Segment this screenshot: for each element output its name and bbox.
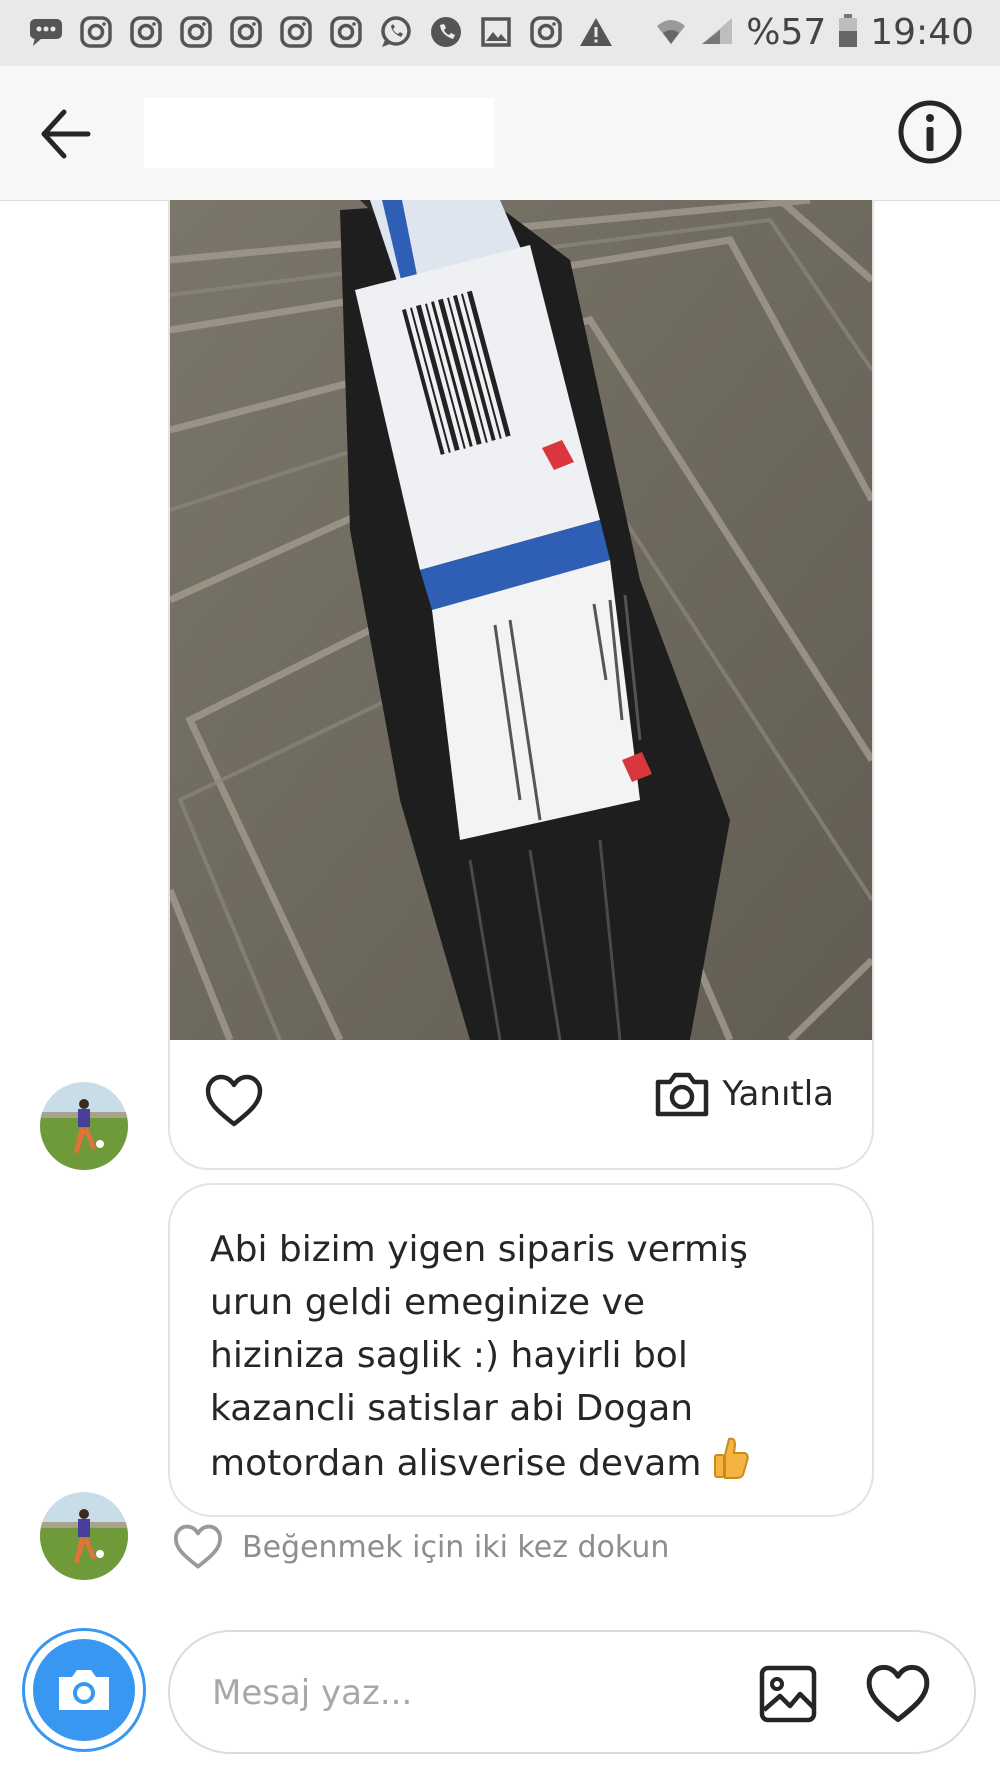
- heart-outline-icon: [173, 1524, 223, 1569]
- instagram-icon: [528, 14, 564, 50]
- arrow-left-icon: [41, 109, 91, 159]
- avatar[interactable]: [40, 1492, 128, 1580]
- camera-button-inner: [33, 1639, 135, 1741]
- avatar[interactable]: [40, 1082, 128, 1170]
- whatsapp-icon: [378, 14, 414, 50]
- back-button[interactable]: [34, 104, 98, 164]
- chat-header: [0, 66, 1000, 201]
- clock: 19:40: [870, 12, 974, 53]
- instagram-icon: [228, 14, 264, 50]
- heart-button[interactable]: [864, 1664, 932, 1724]
- info-icon: [898, 100, 962, 164]
- instagram-icon: [128, 14, 164, 50]
- heart-outline-icon: [866, 1664, 930, 1723]
- wifi-icon: [654, 16, 688, 50]
- thumbs-up-emoji-icon: [713, 1435, 749, 1494]
- double-tap-hint[interactable]: Beğenmek için iki kez dokun: [172, 1524, 669, 1570]
- reply-label: Yanıtla: [722, 1074, 834, 1114]
- info-button[interactable]: [894, 96, 966, 168]
- warning-icon: [578, 14, 614, 50]
- reply-button[interactable]: Yanıtla: [654, 1070, 834, 1118]
- camera-icon: [59, 1670, 109, 1710]
- photo-actions: Yanıtla: [170, 1040, 872, 1168]
- notification-icons: [28, 14, 614, 50]
- avatar-image: [40, 1492, 128, 1580]
- double-tap-label: Beğenmek için iki kez dokun: [242, 1529, 670, 1565]
- battery-percent: %57: [746, 12, 827, 53]
- gallery-button[interactable]: [758, 1664, 818, 1724]
- gallery-icon: [759, 1665, 817, 1723]
- status-bar: %57 19:40: [0, 0, 1000, 66]
- shared-photo[interactable]: [170, 200, 872, 1040]
- heart-outline-icon: [205, 1074, 263, 1127]
- instagram-icon: [278, 14, 314, 50]
- instagram-icon: [78, 14, 114, 50]
- instagram-icon: [328, 14, 364, 50]
- signal-icon: [700, 16, 734, 50]
- photo-message: Yanıtla: [168, 200, 874, 1170]
- parcel-photo-image: [170, 200, 872, 1040]
- camera-button[interactable]: [22, 1628, 146, 1752]
- image-icon: [478, 14, 514, 50]
- message-text: Abi bizim yigen siparis vermiş urun geld…: [210, 1229, 748, 1484]
- status-right: %57 19:40: [654, 12, 974, 53]
- camera-icon: [656, 1072, 709, 1117]
- instagram-icon: [178, 14, 214, 50]
- text-message[interactable]: Abi bizim yigen siparis vermiş urun geld…: [168, 1183, 874, 1517]
- message-body: Abi bizim yigen siparis vermiş urun geld…: [210, 1223, 832, 1494]
- phone-icon: [428, 14, 464, 50]
- battery-icon: [838, 13, 858, 52]
- message-icon: [28, 14, 64, 50]
- like-button[interactable]: [204, 1074, 264, 1128]
- message-input[interactable]: [210, 1660, 694, 1726]
- avatar-image: [40, 1082, 128, 1170]
- conversation-title[interactable]: [144, 98, 494, 168]
- message-composer: [168, 1630, 976, 1754]
